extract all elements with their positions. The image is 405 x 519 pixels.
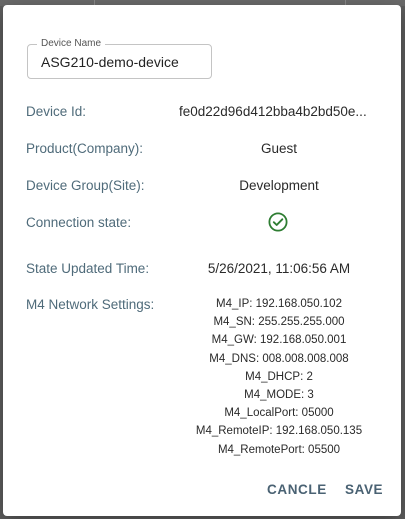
device-id-label: Device Id:	[26, 104, 87, 119]
network-setting-ip: M4_IP: 192.168.050.102	[216, 298, 342, 310]
network-settings-label: M4 Network Settings:	[26, 297, 155, 312]
network-setting-dns: M4_DNS: 008.008.008.008	[209, 352, 349, 365]
device-name-field[interactable]: Device Name	[27, 37, 212, 79]
network-settings-list: M4_IP: 192.168.050.102 M4_SN: 255.255.25…	[179, 295, 379, 459]
check-circle-icon	[268, 212, 288, 232]
network-setting-local-port: M4_LocalPort: 05000	[224, 407, 334, 420]
cancel-button[interactable]: CANCLE	[261, 478, 333, 501]
network-setting-dhcp: M4_DHCP: 2	[245, 370, 313, 383]
device-group-label: Device Group(Site):	[26, 178, 145, 193]
device-group-value: Development	[239, 178, 319, 193]
save-button[interactable]: SAVE	[339, 478, 389, 501]
device-id-value: fe0d22d96d412bba4b2bd50e...	[179, 104, 367, 119]
state-updated-time-value: 5/26/2021, 11:06:56 AM	[207, 261, 351, 276]
device-details-dialog: Device Name Device Id: fe0d22d96d412bba4…	[3, 5, 401, 516]
product-company-value: Guest	[260, 141, 298, 156]
state-updated-time-label: State Updated Time:	[26, 261, 150, 276]
product-company-label: Product(Company):	[26, 141, 144, 156]
device-name-input[interactable]	[41, 54, 201, 70]
network-setting-remote-ip: M4_RemoteIP: 192.168.050.135	[195, 425, 363, 438]
network-setting-remote-port: M4_RemotePort: 05500	[217, 443, 341, 456]
connection-state-label: Connection state:	[26, 215, 132, 230]
device-name-label: Device Name	[37, 37, 106, 51]
network-setting-sn: M4_SN: 255.255.255.000	[213, 316, 345, 329]
network-setting-gw: M4_GW: 192.168.050.001	[211, 334, 347, 347]
network-setting-mode: M4_MODE: 3	[244, 388, 314, 401]
